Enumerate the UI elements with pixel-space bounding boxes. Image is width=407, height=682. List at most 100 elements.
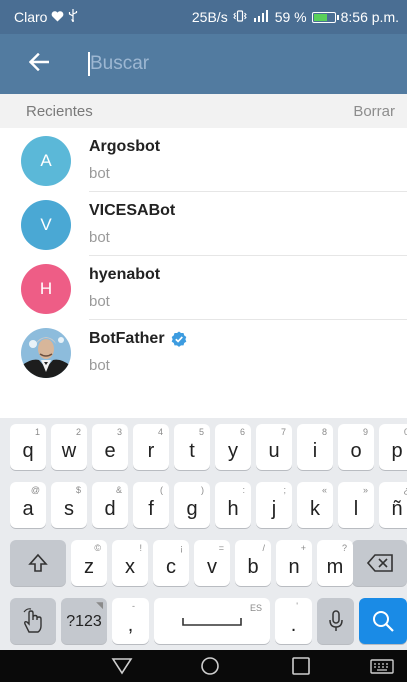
key-hint: 3 — [116, 427, 122, 437]
shift-key[interactable] — [10, 540, 66, 586]
list-item[interactable]: V VICESABot bot — [0, 192, 407, 256]
period-key[interactable]: . ' — [275, 598, 312, 644]
key-f[interactable]: (f — [133, 482, 169, 528]
search-toolbar — [0, 34, 407, 94]
list-item[interactable]: A Argosbot bot — [0, 128, 407, 192]
key-hint: 6 — [239, 427, 245, 437]
symbols-key-label: ?123 — [66, 613, 102, 630]
key-j[interactable]: ; j — [256, 482, 292, 528]
symbols-key[interactable]: ?123 ◥ — [61, 598, 107, 644]
avatar: V — [21, 200, 71, 250]
key-b[interactable]: / b — [235, 540, 271, 586]
key-hint: / — [262, 543, 265, 553]
key-k[interactable]: «k — [297, 482, 333, 528]
avatar: A — [21, 136, 71, 186]
key-label: p — [391, 440, 403, 462]
key-t[interactable]: 5t — [174, 424, 210, 470]
space-key[interactable]: ES — [154, 598, 270, 644]
key-s[interactable]: $ s — [51, 482, 87, 528]
soft-keyboard: 1q2w3e4r5t6y7u8i9o0p @a$s&d(f)g:h;j«k»l¿… — [0, 418, 407, 650]
key-hint: 4 — [157, 427, 163, 437]
contact-name: VICESABot — [89, 202, 176, 219]
symbols-key-hint: ◥ — [96, 600, 103, 610]
triangle-back-icon — [111, 658, 133, 680]
key-hint: @ — [30, 485, 40, 495]
vibrate-icon — [232, 9, 247, 25]
key-hint: ? — [341, 543, 347, 553]
mic-key[interactable] — [317, 598, 354, 644]
key-hint: » — [362, 485, 368, 495]
key-m[interactable]: ? m — [317, 540, 353, 586]
keyboard-icon — [370, 659, 394, 680]
key-v[interactable]: = v — [194, 540, 230, 586]
contact-name: hyenabot — [89, 266, 161, 283]
key-n[interactable]: + n — [276, 540, 312, 586]
clear-recents-button[interactable]: Borrar — [353, 103, 395, 120]
key-z[interactable]: © z — [71, 540, 107, 586]
keyboard-row-4: ?123 ◥ , - ES . ' — [0, 595, 407, 644]
nav-recents-button[interactable] — [290, 656, 312, 676]
status-bar: Claro 25B/s 59 % 8:56 p.m. — [0, 0, 407, 34]
key-ñ[interactable]: ¿ñ — [379, 482, 407, 528]
list-item[interactable]: BotFather bot — [0, 320, 407, 384]
contact-subtitle: bot — [89, 357, 110, 374]
key-label: x — [125, 556, 135, 578]
key-u[interactable]: 7u — [256, 424, 292, 470]
key-hint: ! — [139, 543, 142, 553]
key-y[interactable]: 6y — [215, 424, 251, 470]
nav-back-button[interactable] — [111, 656, 133, 676]
key-l[interactable]: » l — [338, 482, 374, 528]
key-w[interactable]: 2w — [51, 424, 87, 470]
search-input[interactable] — [78, 53, 358, 75]
nav-keyboard-button[interactable] — [370, 656, 396, 676]
keyboard-row-2: @a$s&d(f)g:h;j«k»l¿ñ — [0, 479, 407, 528]
battery-level-fill — [313, 13, 327, 21]
contact-name: Argosbot — [89, 138, 161, 155]
key-d[interactable]: & d — [92, 482, 128, 528]
key-label: y — [228, 440, 238, 462]
key-label: s — [64, 498, 74, 520]
keyboard-row-3: © z! x ¡ c = v / b + n? m — [0, 537, 407, 586]
key-q[interactable]: 1q — [10, 424, 46, 470]
key-g[interactable]: ) g — [174, 482, 210, 528]
key-label: q — [22, 440, 34, 462]
search-box[interactable] — [78, 34, 407, 94]
key-c[interactable]: ¡ c — [153, 540, 189, 586]
key-hint: ( — [160, 485, 163, 495]
nav-home-button[interactable] — [199, 656, 221, 676]
system-nav-bar — [0, 650, 407, 682]
key-r[interactable]: 4r — [133, 424, 169, 470]
key-e[interactable]: 3e — [92, 424, 128, 470]
botfather-avatar — [21, 328, 71, 378]
comma-key-hint: - — [132, 601, 135, 611]
key-o[interactable]: 9o — [338, 424, 374, 470]
period-key-label: . — [290, 614, 297, 636]
gesture-key[interactable] — [10, 598, 56, 644]
key-label: d — [104, 498, 116, 520]
back-button[interactable] — [0, 34, 78, 94]
key-label: u — [268, 440, 280, 462]
usb-icon — [68, 9, 78, 25]
key-hint: 1 — [34, 427, 40, 437]
key-x[interactable]: ! x — [112, 540, 148, 586]
key-hint: + — [300, 543, 306, 553]
key-hint: $ — [75, 485, 81, 495]
contact-subtitle: bot — [89, 293, 110, 310]
key-hint: ; — [283, 485, 286, 495]
list-item[interactable]: H hyenabot bot — [0, 256, 407, 320]
backspace-key[interactable] — [352, 540, 407, 586]
key-label: l — [353, 498, 359, 520]
search-key[interactable] — [359, 598, 407, 644]
key-h[interactable]: :h — [215, 482, 251, 528]
key-hint: & — [115, 485, 122, 495]
key-label: k — [310, 498, 320, 520]
battery-icon — [311, 11, 339, 23]
key-label: a — [22, 498, 34, 520]
key-a[interactable]: @ a — [10, 482, 46, 528]
key-hint: 9 — [362, 427, 368, 437]
key-p[interactable]: 0p — [379, 424, 407, 470]
key-i[interactable]: 8i — [297, 424, 333, 470]
key-label: t — [189, 440, 195, 462]
comma-key[interactable]: , - — [112, 598, 149, 644]
key-label: m — [326, 556, 344, 578]
